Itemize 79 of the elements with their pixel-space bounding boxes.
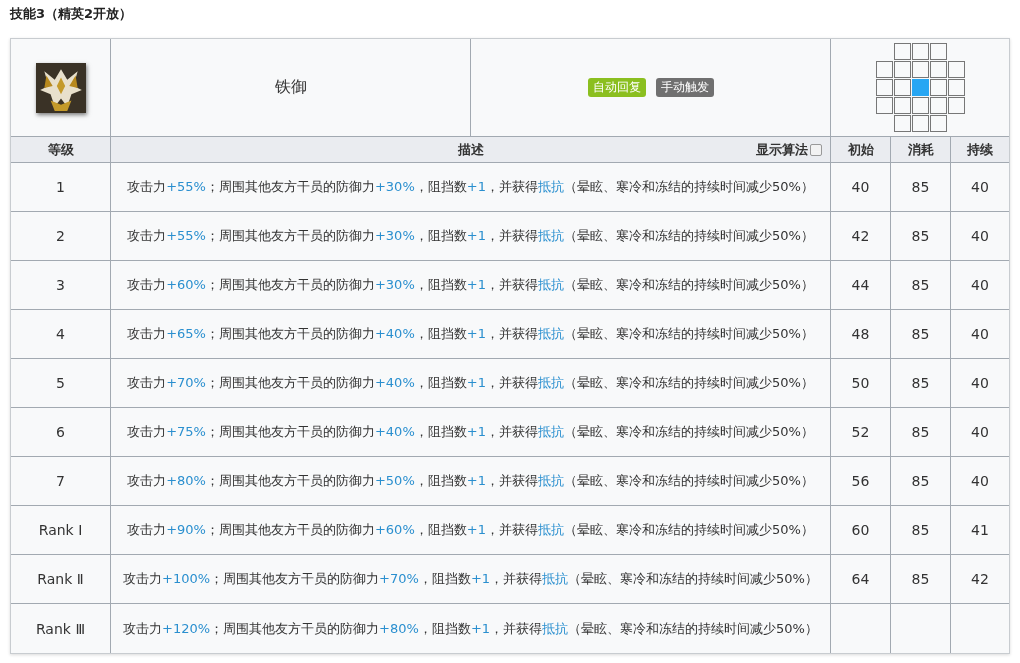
initial-sp-cell: 44 (851, 277, 870, 293)
initial-sp-cell: 42 (851, 228, 870, 244)
range-tile (875, 79, 893, 96)
sp-cost-cell: 85 (911, 228, 930, 244)
skill-description: 攻击力+55%；周围其他友方干员的防御力+30%，阻挡数+1，并获得抵抗（晕眩、寒冷和冻结的持续时间减少50%） (126, 178, 815, 196)
sp-cost-cell: 85 (911, 571, 930, 587)
initial-sp-cell: 40 (851, 179, 870, 195)
skill-tag: 自动回复 (587, 78, 646, 97)
level-cell: 4 (11, 310, 111, 359)
column-header: 持续 (951, 137, 1009, 163)
range-tile (929, 61, 947, 78)
skill-tag: 手动触发 (655, 78, 714, 97)
duration-cell: 40 (971, 326, 989, 342)
initial-sp-cell: 60 (851, 522, 870, 538)
duration-cell: 40 (971, 375, 989, 391)
range-center-tile (911, 79, 929, 96)
duration-cell: 40 (971, 473, 989, 489)
sp-cost-cell: 85 (911, 326, 930, 342)
duration-cell: 41 (971, 522, 989, 538)
skill-description: 攻击力+80%；周围其他友方干员的防御力+50%，阻挡数+1，并获得抵抗（晕眩、寒冷和冻结的持续时间减少50%） (126, 472, 815, 490)
sp-cost-cell: 85 (911, 424, 930, 440)
skill-name: 铁御 (274, 77, 307, 98)
skill-description: 攻击力+90%；周围其他友方干员的防御力+60%，阻挡数+1，并获得抵抗（晕眩、寒冷和冻结的持续时间减少50%） (126, 521, 815, 539)
column-header: 描述 (457, 140, 484, 159)
range-tile (947, 61, 965, 78)
level-cell: 3 (11, 261, 111, 310)
sp-cost-cell: 85 (911, 277, 930, 293)
skill-description: 攻击力+60%；周围其他友方干员的防御力+30%，阻挡数+1，并获得抵抗（晕眩、寒冷和冻结的持续时间减少50%） (126, 276, 815, 294)
skill-description: 攻击力+75%；周围其他友方干员的防御力+40%，阻挡数+1，并获得抵抗（晕眩、寒冷和冻结的持续时间减少50%） (126, 423, 815, 441)
range-tile (893, 115, 911, 132)
level-cell: Rank Ⅰ (11, 506, 111, 555)
skill-icon (35, 62, 86, 113)
level-cell: 6 (11, 408, 111, 457)
column-header: 等级 (11, 137, 111, 163)
sp-cost-cell: 85 (911, 522, 930, 538)
column-header: 初始 (831, 137, 891, 163)
skill-description: 攻击力+120%；周围其他友方干员的防御力+80%，阻挡数+1，并获得抵抗（晕眩、寒冷和冻结的持续时间减少50%） (122, 619, 819, 638)
range-tile (929, 97, 947, 114)
initial-sp-cell: 50 (851, 375, 870, 391)
range-tile (911, 97, 929, 114)
level-cell: 5 (11, 359, 111, 408)
initial-sp-cell: 48 (851, 326, 870, 342)
skill-description: 攻击力+65%；周围其他友方干员的防御力+40%，阻挡数+1，并获得抵抗（晕眩、寒冷和冻结的持续时间减少50%） (126, 325, 815, 343)
range-tile (893, 43, 911, 60)
duration-cell: 40 (971, 179, 989, 195)
range-tile (911, 43, 929, 60)
range-tile (929, 43, 947, 60)
section-title: 技能3（精英2开放） (10, 6, 134, 23)
range-tile (911, 61, 929, 78)
duration-cell: 40 (971, 277, 989, 293)
initial-sp-cell: 56 (851, 473, 870, 489)
duration-cell: 40 (971, 424, 989, 440)
level-cell: Rank Ⅱ (11, 555, 111, 604)
skill-description: 攻击力+70%；周围其他友方干员的防御力+40%，阻挡数+1，并获得抵抗（晕眩、寒冷和冻结的持续时间减少50%） (126, 374, 815, 392)
sp-cost-cell: 85 (911, 179, 930, 195)
duration-cell: 40 (971, 228, 989, 244)
range-tile (875, 61, 893, 78)
sp-cost-cell: 85 (911, 375, 930, 391)
range-tile (929, 115, 947, 132)
duration-cell: 42 (971, 571, 989, 587)
range-tile (893, 61, 911, 78)
sp-cost-cell: 85 (911, 473, 930, 489)
range-tile (947, 97, 965, 114)
skill-description: 攻击力+100%；周围其他友方干员的防御力+70%，阻挡数+1，并获得抵抗（晕眩、寒冷和冻结的持续时间减少50%） (122, 570, 819, 588)
initial-sp-cell: 64 (851, 571, 870, 587)
range-tile (929, 79, 947, 96)
initial-sp-cell: 52 (851, 424, 870, 440)
show-formula-checkbox[interactable]: 显示算法 (756, 141, 822, 159)
level-cell: 7 (11, 457, 111, 506)
range-tile (911, 115, 929, 132)
level-cell: 2 (11, 212, 111, 261)
range-tile (893, 97, 911, 114)
skill-description: 攻击力+55%；周围其他友方干员的防御力+30%，阻挡数+1，并获得抵抗（晕眩、寒冷和冻结的持续时间减少50%） (126, 227, 815, 245)
range-tile (893, 79, 911, 96)
level-cell: 1 (11, 163, 111, 212)
range-tile (875, 97, 893, 114)
column-header: 消耗 (891, 137, 951, 163)
range-tile (947, 79, 965, 96)
level-cell: Rank Ⅲ (11, 604, 111, 653)
